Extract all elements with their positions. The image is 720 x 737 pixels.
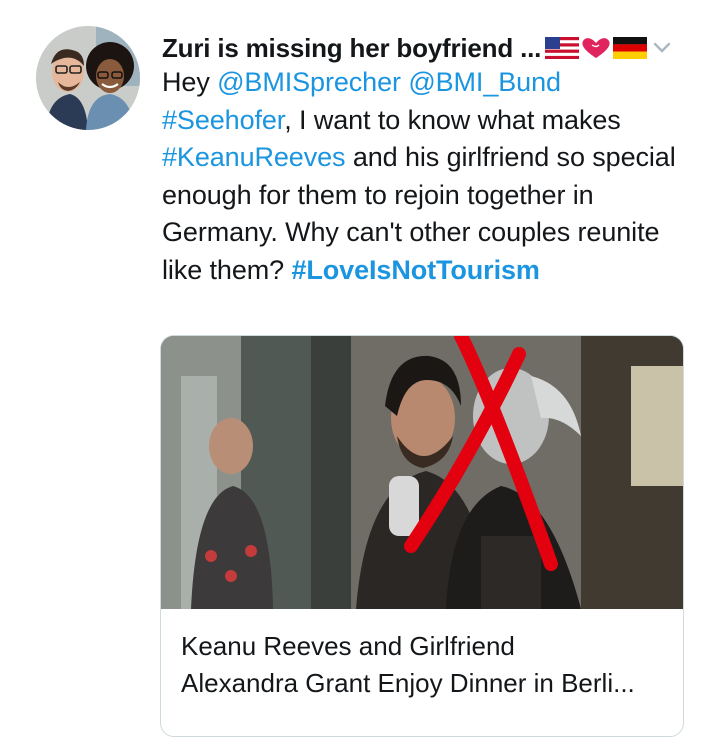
card-title-line: Alexandra Grant Enjoy Dinner in Berli... xyxy=(181,668,635,698)
us-flag-icon xyxy=(545,37,580,59)
avatar[interactable] xyxy=(36,26,140,130)
card-title-line: Keanu Reeves and Girlfriend xyxy=(181,631,515,661)
card-title[interactable]: Keanu Reeves and Girlfriend Alexandra Gr… xyxy=(181,628,671,702)
hashtag-loveisnottourism[interactable]: #LoveIsNotTourism xyxy=(291,255,539,285)
name-emoji-badges xyxy=(545,37,648,59)
card-photo xyxy=(161,336,683,609)
mention-bmi-bund[interactable]: @BMI_Bund xyxy=(408,67,561,97)
text-segment: , I want to know what makes xyxy=(284,104,621,135)
text-segment: Hey xyxy=(162,67,218,97)
link-preview-card[interactable]: Keanu Reeves and Girlfriend Alexandra Gr… xyxy=(160,335,684,737)
tweet-text: Hey @BMISprecher @BMI_Bund #Seehofer, I w… xyxy=(162,64,692,289)
german-flag-icon xyxy=(613,37,648,59)
card-image xyxy=(161,336,683,609)
tweet-header: Zuri is missing her boyfriend ... xyxy=(162,28,702,68)
mention-bmisprecher[interactable]: @BMISprecher xyxy=(217,67,401,97)
hashtag-keanureeves[interactable]: #KeanuReeves xyxy=(162,142,346,172)
heart-icon xyxy=(582,38,610,58)
avatar-photo xyxy=(36,26,140,130)
display-name[interactable]: Zuri is missing her boyfriend ... xyxy=(162,33,541,64)
hashtag-seehofer[interactable]: #Seehofer xyxy=(162,105,284,135)
chevron-down-icon[interactable] xyxy=(653,42,671,54)
